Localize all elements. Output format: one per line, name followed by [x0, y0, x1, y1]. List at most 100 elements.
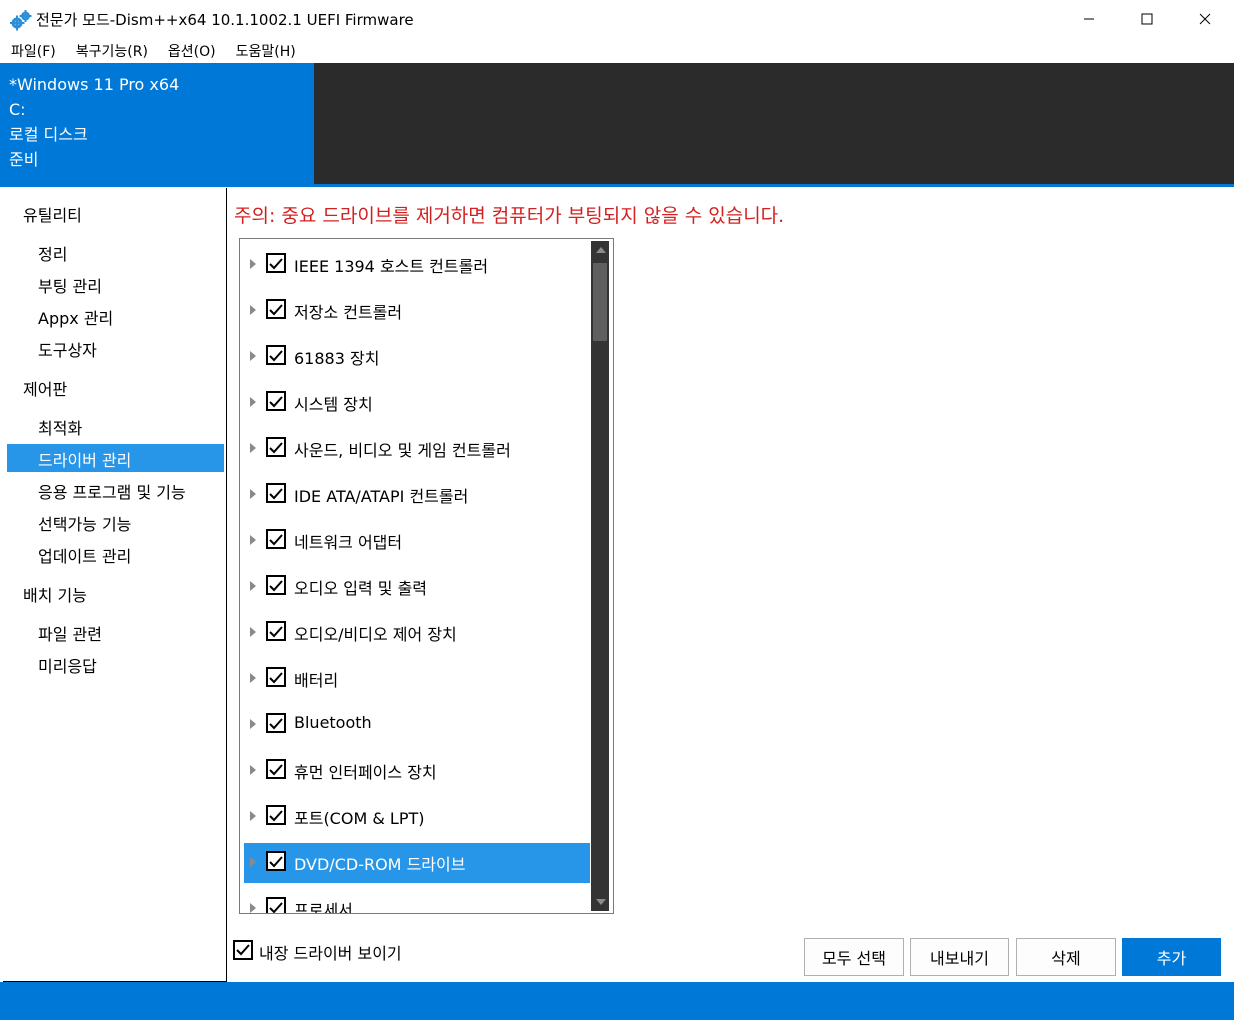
- driver-category-label: 네트워크 어댑터: [294, 533, 403, 552]
- menu-options[interactable]: 옵션(O): [157, 38, 225, 62]
- expand-arrow-icon[interactable]: [250, 397, 256, 407]
- sidebar-item-cleanup[interactable]: 정리: [7, 238, 224, 266]
- driver-checkbox[interactable]: [266, 483, 286, 503]
- expand-arrow-icon[interactable]: [250, 259, 256, 269]
- expand-arrow-icon[interactable]: [250, 305, 256, 315]
- expand-arrow-icon[interactable]: [250, 857, 256, 867]
- scrollbar-thumb[interactable]: [593, 263, 607, 341]
- sidebar-item-answer-file[interactable]: 미리응답: [7, 650, 224, 678]
- driver-checkbox[interactable]: [266, 805, 286, 825]
- driver-category-label: DVD/CD-ROM 드라이브: [294, 855, 466, 874]
- checkmark-icon: [269, 442, 283, 454]
- driver-checkbox[interactable]: [266, 759, 286, 779]
- driver-category-label: 배터리: [294, 671, 339, 690]
- select-all-button[interactable]: 모두 선택: [804, 938, 904, 976]
- expand-arrow-icon[interactable]: [250, 581, 256, 591]
- scrollbar-track[interactable]: [591, 241, 609, 911]
- header-accent-line: [0, 184, 1234, 187]
- delete-button[interactable]: 삭제: [1016, 938, 1116, 976]
- menu-recovery[interactable]: 복구기능(R): [65, 38, 157, 62]
- driver-category-row[interactable]: 오디오 입력 및 출력: [244, 567, 590, 607]
- expand-arrow-icon[interactable]: [250, 443, 256, 453]
- sidebar-item-toolbox[interactable]: 도구상자: [7, 334, 224, 362]
- driver-category-row[interactable]: 저장소 컨트롤러: [244, 291, 590, 331]
- show-builtin-checkbox[interactable]: [233, 940, 253, 960]
- driver-checkbox[interactable]: [266, 713, 286, 733]
- menu-file[interactable]: 파일(F): [0, 38, 65, 62]
- maximize-button[interactable]: [1118, 0, 1176, 38]
- driver-checkbox[interactable]: [266, 529, 286, 549]
- driver-checkbox[interactable]: [266, 437, 286, 457]
- sidebar-item-apps-features[interactable]: 응용 프로그램 및 기능: [7, 476, 224, 504]
- close-button[interactable]: [1176, 0, 1234, 38]
- minimize-button[interactable]: [1060, 0, 1118, 38]
- driver-category-row[interactable]: 배터리: [244, 659, 590, 699]
- title-bar: 전문가 모드-Dism++x64 10.1.1002.1 UEFI Firmwa…: [0, 0, 1234, 38]
- warning-text: 주의: 중요 드라이브를 제거하면 컴퓨터가 부팅되지 않을 수 있습니다.: [234, 205, 785, 227]
- driver-category-label: 오디오 입력 및 출력: [294, 579, 428, 598]
- status-bar: [0, 982, 1234, 1020]
- sidebar-item-file-association[interactable]: 파일 관련: [7, 618, 224, 646]
- export-button[interactable]: 내보내기: [910, 938, 1009, 976]
- sidebar-item-appx-management[interactable]: Appx 관리: [7, 302, 224, 330]
- window-title: 전문가 모드-Dism++x64 10.1.1002.1 UEFI Firmwa…: [36, 11, 414, 29]
- expand-arrow-icon[interactable]: [250, 351, 256, 361]
- checkmark-icon: [269, 672, 283, 684]
- driver-category-row[interactable]: Bluetooth: [244, 705, 590, 745]
- driver-checkbox[interactable]: [266, 575, 286, 595]
- sidebar-item-update-management[interactable]: 업데이트 관리: [7, 540, 224, 568]
- driver-category-row[interactable]: 휴먼 인터페이스 장치: [244, 751, 590, 791]
- sidebar-item-driver-management[interactable]: 드라이버 관리: [7, 444, 224, 472]
- sidebar-group-batch: 배치 기능: [23, 586, 87, 605]
- driver-category-row[interactable]: 네트워크 어댑터: [244, 521, 590, 561]
- driver-checkbox[interactable]: [266, 621, 286, 641]
- session-status: 준비: [9, 150, 39, 169]
- driver-checkbox[interactable]: [266, 667, 286, 687]
- sidebar-item-boot-management[interactable]: 부팅 관리: [7, 270, 224, 298]
- image-info-panel[interactable]: *Windows 11 Pro x64 C: 로컬 디스크 준비: [0, 63, 314, 184]
- driver-category-row[interactable]: 포트(COM & LPT): [244, 797, 590, 837]
- gear-icon: [9, 9, 32, 31]
- expand-arrow-icon[interactable]: [250, 719, 256, 729]
- driver-tree[interactable]: IEEE 1394 호스트 컨트롤러저장소 컨트롤러 61883 장치시스템 장치…: [239, 238, 614, 914]
- expand-arrow-icon[interactable]: [250, 903, 256, 913]
- driver-checkbox[interactable]: [266, 299, 286, 319]
- menu-help[interactable]: 도움말(H): [225, 38, 305, 62]
- driver-category-row[interactable]: IEEE 1394 호스트 컨트롤러: [244, 245, 590, 285]
- sidebar-item-optimize[interactable]: 최적화: [7, 412, 224, 440]
- driver-category-label: 저장소 컨트롤러: [294, 303, 403, 322]
- driver-category-row[interactable]: 사운드, 비디오 및 게임 컨트롤러: [244, 429, 590, 469]
- driver-category-row[interactable]: 시스템 장치: [244, 383, 590, 423]
- checkmark-icon: [269, 580, 283, 592]
- sidebar: 유틸리티 정리 부팅 관리 Appx 관리 도구상자 제어판 최적화 드라이버 …: [3, 188, 227, 982]
- expand-arrow-icon[interactable]: [250, 535, 256, 545]
- driver-category-label: 오디오/비디오 제어 장치: [294, 625, 457, 644]
- os-name: *Windows 11 Pro x64: [9, 75, 180, 94]
- add-button[interactable]: 추가: [1122, 938, 1221, 976]
- expand-arrow-icon[interactable]: [250, 627, 256, 637]
- sidebar-item-optional-features[interactable]: 선택가능 기능: [7, 508, 224, 536]
- driver-category-label: 사운드, 비디오 및 게임 컨트롤러: [294, 441, 511, 460]
- driver-category-row[interactable]: 프로세서: [244, 889, 590, 913]
- driver-checkbox[interactable]: [266, 253, 286, 273]
- checkmark-icon: [269, 258, 283, 270]
- expand-arrow-icon[interactable]: [250, 811, 256, 821]
- driver-checkbox[interactable]: [266, 345, 286, 365]
- scroll-down-icon[interactable]: [596, 899, 606, 905]
- driver-category-label: IEEE 1394 호스트 컨트롤러: [294, 257, 489, 276]
- expand-arrow-icon[interactable]: [250, 489, 256, 499]
- checkmark-icon: [269, 304, 283, 316]
- checkmark-icon: [269, 488, 283, 500]
- driver-checkbox[interactable]: [266, 897, 286, 913]
- expand-arrow-icon[interactable]: [250, 765, 256, 775]
- driver-category-row[interactable]: DVD/CD-ROM 드라이브: [244, 843, 590, 883]
- show-builtin-label[interactable]: 내장 드라이버 보이기: [259, 940, 402, 964]
- expand-arrow-icon[interactable]: [250, 673, 256, 683]
- driver-checkbox[interactable]: [266, 851, 286, 871]
- driver-category-row[interactable]: IDE ATA/ATAPI 컨트롤러: [244, 475, 590, 515]
- driver-category-row[interactable]: 61883 장치: [244, 337, 590, 377]
- driver-category-row[interactable]: 오디오/비디오 제어 장치: [244, 613, 590, 653]
- scroll-up-icon[interactable]: [596, 247, 606, 253]
- checkmark-icon: [236, 944, 250, 956]
- driver-checkbox[interactable]: [266, 391, 286, 411]
